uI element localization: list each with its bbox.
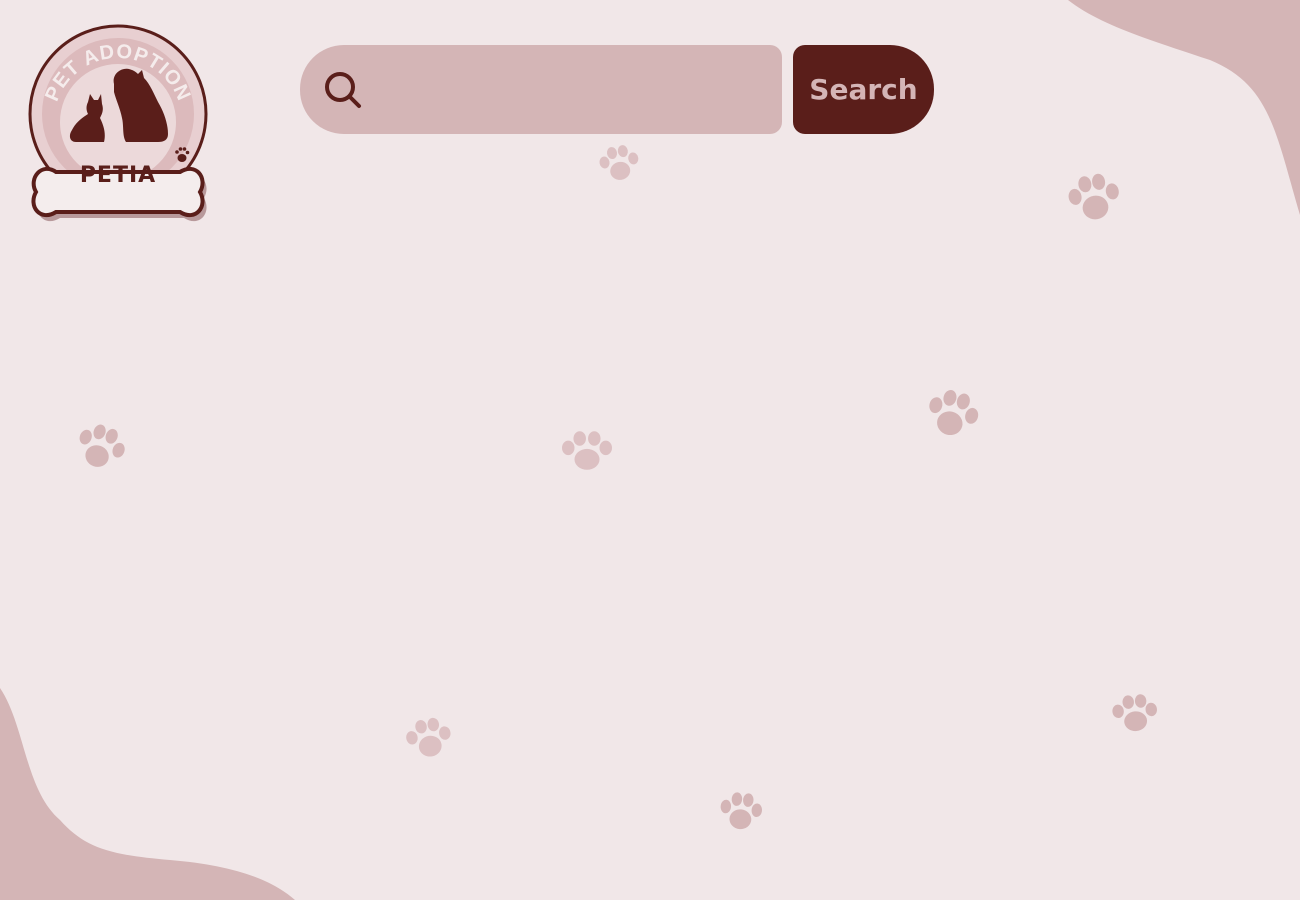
logo-emblem: PET ADOPTION PETIA	[28, 24, 208, 222]
paw-print-icon	[929, 389, 979, 436]
paw-print-icon	[79, 424, 125, 467]
paw-print-icon	[599, 145, 639, 180]
search-button[interactable]: Search	[793, 45, 934, 134]
logo-name: PETIA	[80, 163, 156, 188]
search-bar	[300, 45, 782, 134]
paw-print-icon	[1068, 173, 1119, 220]
paw-print-icon	[1112, 694, 1157, 732]
search-icon	[325, 72, 361, 108]
paw-print-icon	[406, 717, 451, 757]
paw-print-icon	[720, 792, 762, 830]
search-input[interactable]	[378, 45, 768, 134]
corner-decoration-bottom-left	[0, 688, 295, 900]
pet-adoption-logo[interactable]: PET ADOPTION PETIA	[26, 22, 216, 222]
paw-print-icon	[562, 431, 612, 470]
